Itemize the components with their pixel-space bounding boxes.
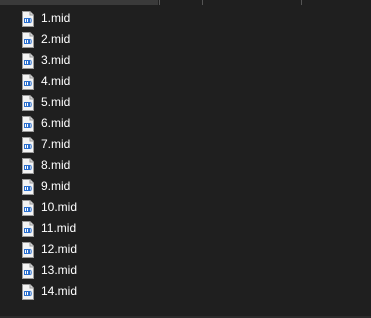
column-header-name[interactable] [0,0,158,5]
midi-file-icon [22,73,34,90]
midi-file-icon [22,115,34,132]
midi-file-icon [22,262,34,279]
file-list: 1.mid 2.mid 3.mid 4.mid 5.mid 6.mid 7.mi… [0,8,371,302]
file-name: 8.mid [41,158,71,172]
file-name: 4.mid [41,74,71,88]
midi-file-icon [22,220,34,237]
midi-file-icon [22,157,34,174]
file-list-item[interactable]: 13.mid [0,260,371,281]
midi-file-icon [22,52,34,69]
file-name: 12.mid [41,242,78,256]
file-name: 1.mid [41,11,71,25]
file-name: 9.mid [41,179,71,193]
file-list-item[interactable]: 5.mid [0,92,371,113]
midi-file-icon [22,136,34,153]
file-name: 10.mid [41,200,78,214]
file-name: 5.mid [41,95,71,109]
midi-file-icon [22,241,34,258]
midi-file-icon [22,10,34,27]
file-name: 14.mid [41,284,78,298]
file-list-item[interactable]: 6.mid [0,113,371,134]
file-list-item[interactable]: 10.mid [0,197,371,218]
file-list-item[interactable]: 12.mid [0,239,371,260]
file-list-item[interactable]: 2.mid [0,29,371,50]
column-header-bar [0,0,371,6]
file-list-item[interactable]: 9.mid [0,176,371,197]
file-list-item[interactable]: 7.mid [0,134,371,155]
file-name: 11.mid [41,221,77,235]
file-name: 7.mid [41,137,71,151]
file-name: 3.mid [41,53,71,67]
file-list-item[interactable]: 1.mid [0,8,371,29]
file-name: 2.mid [41,32,71,46]
file-list-item[interactable]: 4.mid [0,71,371,92]
midi-file-icon [22,283,34,300]
file-list-item[interactable]: 11.mid [0,218,371,239]
column-divider[interactable] [159,0,160,5]
file-explorer-pane: 1.mid 2.mid 3.mid 4.mid 5.mid 6.mid 7.mi… [0,0,371,318]
file-list-item[interactable]: 3.mid [0,50,371,71]
midi-file-icon [22,94,34,111]
file-name: 6.mid [41,116,71,130]
file-list-item[interactable]: 14.mid [0,281,371,302]
column-divider[interactable] [202,0,203,5]
midi-file-icon [22,31,34,48]
file-name: 13.mid [41,263,78,277]
midi-file-icon [22,178,34,195]
file-list-item[interactable]: 8.mid [0,155,371,176]
column-divider[interactable] [301,0,302,5]
midi-file-icon [22,199,34,216]
